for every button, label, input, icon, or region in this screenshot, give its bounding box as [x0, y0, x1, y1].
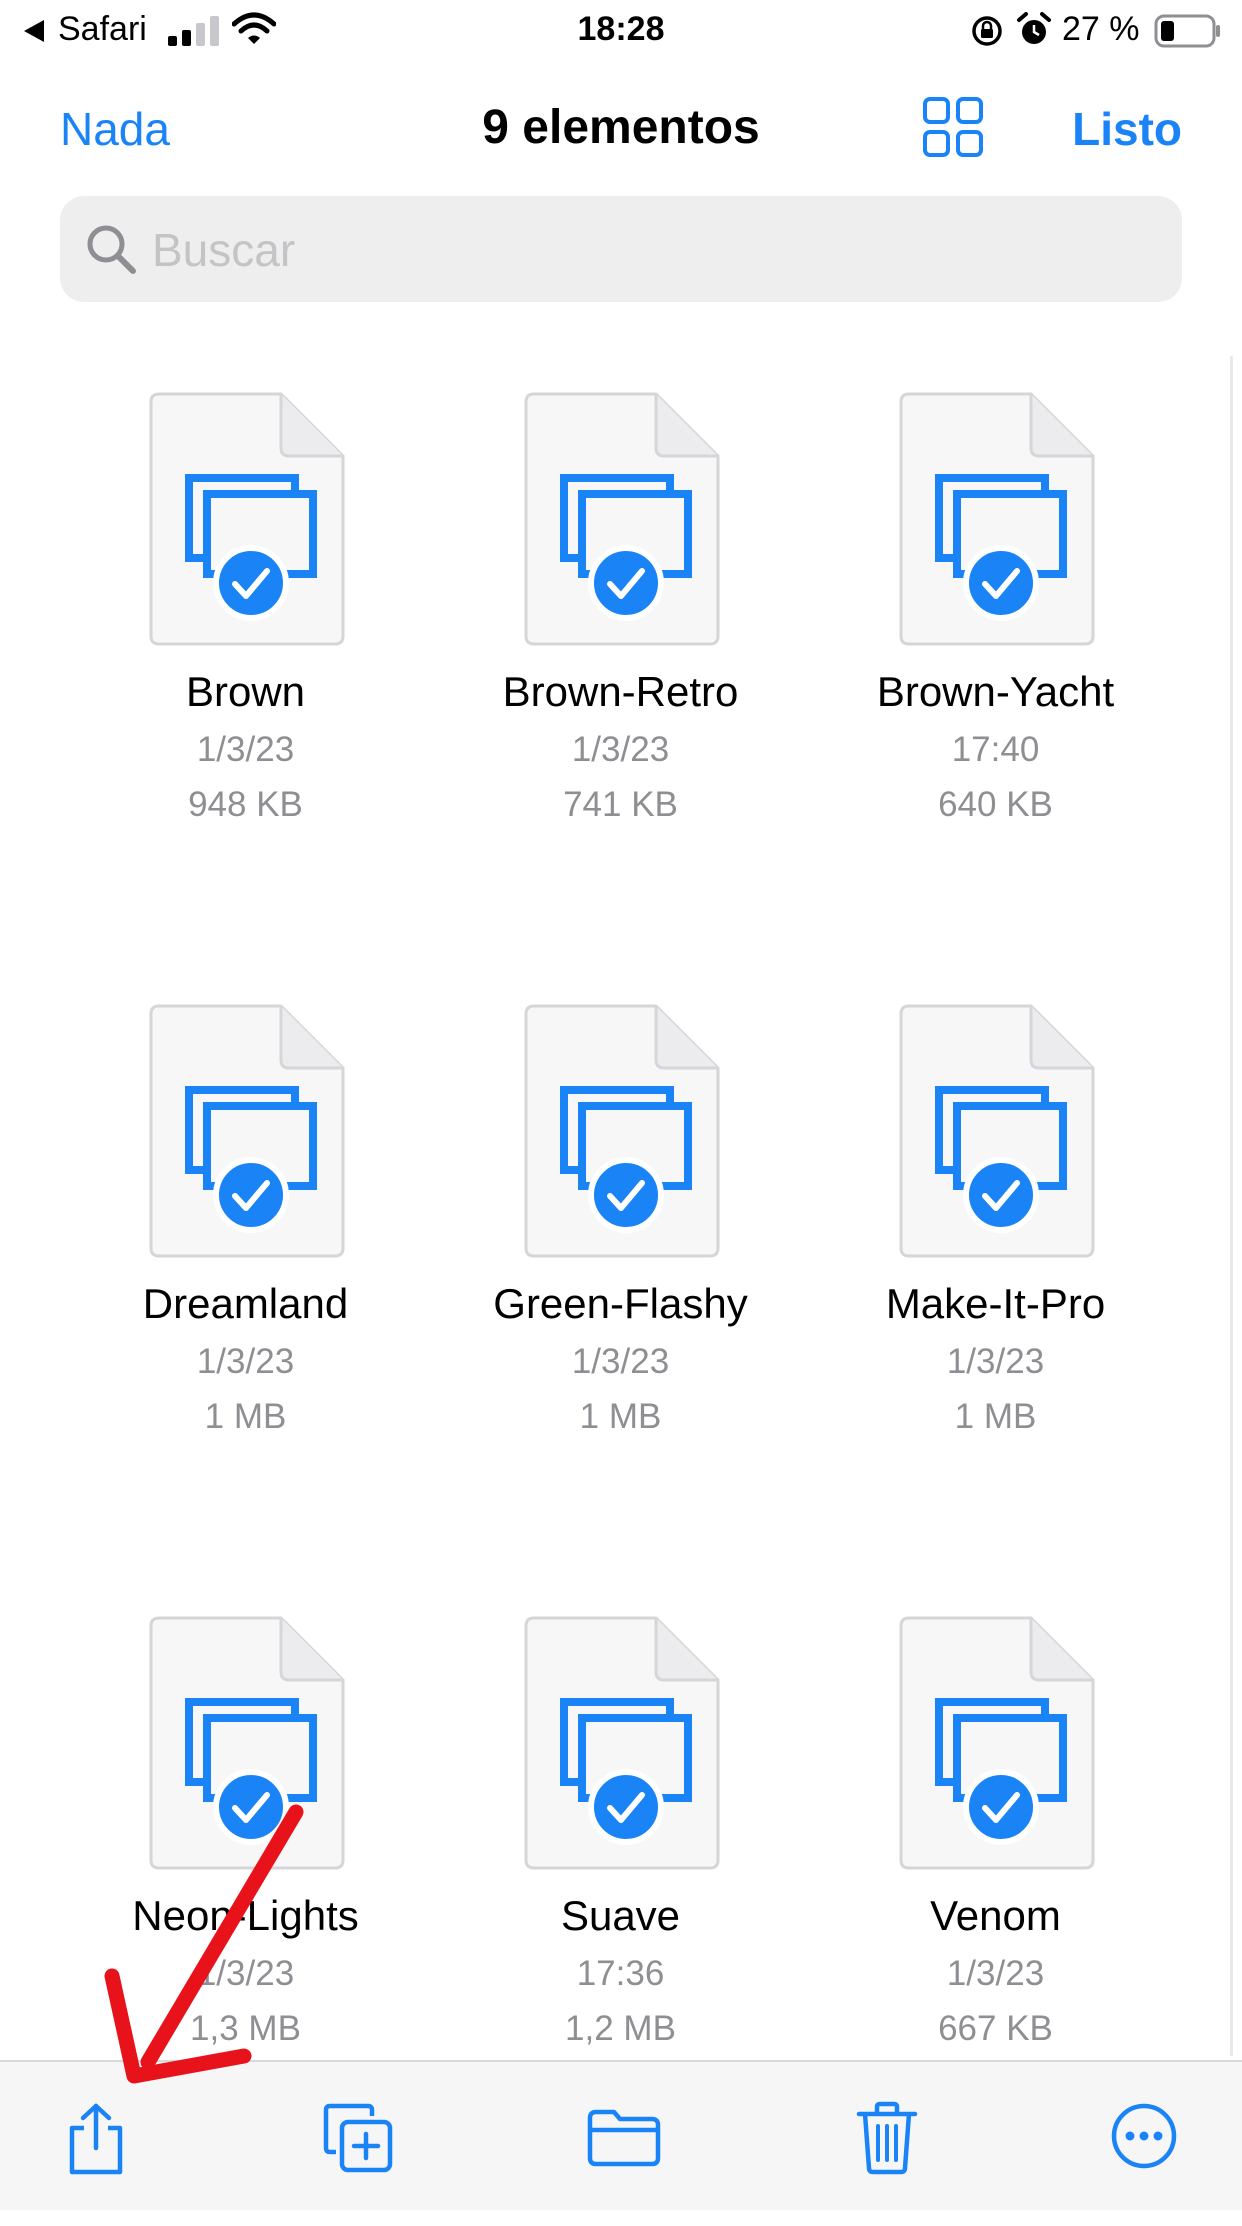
selected-checkmark-icon [588, 545, 664, 626]
more-icon[interactable] [1110, 2102, 1178, 2175]
rotation-lock-icon [970, 14, 1004, 53]
file-grid: Brown 1/3/23 948 KB Brown-Retro 1/3/23 7… [0, 390, 1242, 2226]
selected-checkmark-icon [213, 1769, 289, 1850]
search-bar[interactable] [60, 196, 1182, 304]
selected-checkmark-icon [213, 1157, 289, 1238]
file-name: Brown-Yacht [876, 668, 1115, 715]
share-icon[interactable] [64, 2102, 128, 2183]
selected-checkmark-icon [963, 1157, 1039, 1238]
selected-checkmark-icon [963, 545, 1039, 626]
file-item-make-it-pro[interactable]: Make-It-Pro 1/3/23 1 MB [808, 1002, 1183, 1614]
file-name: Make-It-Pro [885, 1280, 1106, 1327]
back-arrow-icon[interactable] [22, 18, 48, 49]
file-name: Suave [560, 1892, 681, 1939]
file-size: 667 KB [938, 2009, 1053, 2048]
file-name: Green-Flashy [493, 1280, 748, 1327]
duplicate-icon[interactable] [322, 2102, 394, 2179]
search-icon [84, 222, 138, 281]
wifi-icon [231, 12, 277, 51]
file-item-brown-retro[interactable]: Brown-Retro 1/3/23 741 KB [433, 390, 808, 1002]
file-size: 948 KB [188, 785, 303, 824]
battery-icon [1154, 14, 1222, 53]
file-name: Dreamland [142, 1280, 349, 1327]
file-size: 1 MB [204, 1397, 287, 1436]
select-none-button[interactable]: Nada [60, 102, 170, 156]
file-date: 17:40 [951, 730, 1040, 769]
file-item-dreamland[interactable]: Dreamland 1/3/23 1 MB [58, 1002, 433, 1614]
file-date: 1/3/23 [196, 1954, 295, 1993]
file-size: 1,2 MB [565, 2009, 676, 2048]
folder-icon[interactable] [586, 2108, 662, 2173]
file-date: 1/3/23 [196, 1342, 295, 1381]
selected-checkmark-icon [213, 545, 289, 626]
selected-checkmark-icon [963, 1769, 1039, 1850]
alarm-icon [1016, 12, 1052, 53]
file-date: 1/3/23 [946, 1954, 1045, 1993]
file-date: 1/3/23 [196, 730, 295, 769]
file-name: Brown-Retro [502, 668, 739, 715]
battery-percent: 27 % [1062, 10, 1140, 48]
file-date: 1/3/23 [946, 1342, 1045, 1381]
file-name: Brown [185, 668, 306, 715]
bottom-toolbar [0, 2060, 1242, 2210]
done-button[interactable]: Listo [1072, 102, 1182, 156]
file-item-brown-yacht[interactable]: Brown-Yacht 17:40 640 KB [808, 390, 1183, 1002]
file-size: 741 KB [563, 785, 678, 824]
file-item-brown[interactable]: Brown 1/3/23 948 KB [58, 390, 433, 1002]
file-size: 1,3 MB [190, 2009, 301, 2048]
file-item-green-flashy[interactable]: Green-Flashy 1/3/23 1 MB [433, 1002, 808, 1614]
cellular-signal-icon [168, 16, 222, 51]
file-date: 1/3/23 [571, 1342, 670, 1381]
navigation-bar: Nada 9 elementos Listo [0, 62, 1242, 192]
file-size: 640 KB [938, 785, 1053, 824]
trash-icon[interactable] [856, 2100, 918, 2181]
status-bar: Safari 18:28 27 % [0, 0, 1242, 62]
page-title: 9 elementos [482, 101, 760, 154]
grid-view-icon[interactable] [922, 96, 984, 163]
file-date: 17:36 [576, 1954, 665, 1993]
selected-checkmark-icon [588, 1157, 664, 1238]
file-size: 1 MB [954, 1397, 1037, 1436]
back-app-label[interactable]: Safari [58, 10, 147, 49]
file-size: 1 MB [579, 1397, 662, 1436]
file-date: 1/3/23 [571, 730, 670, 769]
file-name: Venom [930, 1892, 1061, 1939]
search-input[interactable] [150, 196, 1154, 304]
selected-checkmark-icon [588, 1769, 664, 1850]
file-name: Neon-Lights [132, 1892, 359, 1939]
